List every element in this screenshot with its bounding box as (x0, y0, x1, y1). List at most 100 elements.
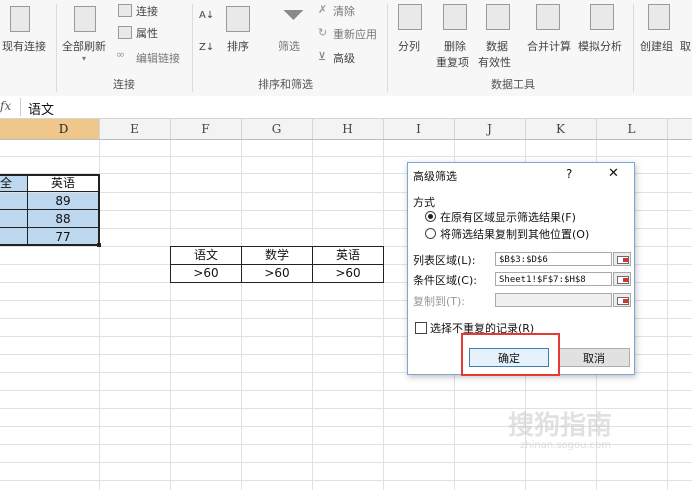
column-header-j[interactable]: J (454, 119, 526, 139)
grid-line (0, 156, 692, 157)
remove-duplicates-icon (443, 4, 467, 30)
criteria-border (170, 282, 383, 283)
criteria-border (383, 246, 384, 283)
option-copy-to-location[interactable]: 将筛选结果复制到其他位置(O) (440, 226, 589, 242)
data-validation-label-2: 有效性 (478, 56, 511, 69)
remove-duplicates-button[interactable]: 删除 (444, 38, 466, 54)
refresh-all-button[interactable]: 全部刷新 (62, 38, 106, 54)
reapply-button[interactable]: 重新应用 (333, 26, 377, 42)
what-if-analysis-icon (590, 4, 614, 30)
existing-connections-icon (10, 6, 30, 32)
chevron-down-icon: ▾ (82, 54, 87, 63)
cell-english-value[interactable]: 89 (28, 193, 98, 210)
properties-button[interactable]: 属性 (136, 25, 158, 41)
sort-descending-icon[interactable]: Z↓ (199, 42, 214, 53)
copy-to-input[interactable] (495, 293, 612, 307)
watermark: 搜狗指南 (508, 411, 613, 441)
group-button[interactable]: 创建组 (640, 38, 673, 54)
text-to-columns-button[interactable]: 分列 (398, 38, 420, 54)
text-to-columns-icon (398, 4, 422, 30)
link-icon: ∞ (116, 48, 126, 61)
column-header-k[interactable]: K (525, 119, 597, 139)
formula-separator (20, 98, 21, 116)
cell-partial-header[interactable]: 全 (0, 175, 12, 192)
group-label-sort-filter: 排序和筛选 (258, 78, 313, 91)
group-separator (192, 4, 193, 92)
column-header-h[interactable]: H (312, 119, 384, 139)
grid-line (0, 390, 692, 391)
group-label-connections: 连接 (113, 78, 135, 91)
radio-copy-to-location[interactable] (425, 228, 436, 239)
advanced-button[interactable]: 高级 (333, 50, 355, 66)
consolidate-icon (536, 4, 560, 30)
criteria-value-cell[interactable]: >60 (313, 265, 383, 282)
copy-to-label: 复制到(T): (413, 295, 466, 308)
filter-button[interactable]: 筛选 (278, 38, 300, 54)
cancel-button[interactable]: 取消 (558, 348, 630, 367)
properties-icon (118, 26, 132, 39)
what-if-analysis-button[interactable]: 模拟分析 (578, 38, 622, 54)
criteria-range-input[interactable]: Sheet1!$F$7:$H$8 (495, 272, 612, 286)
radio-filter-in-place[interactable] (425, 211, 436, 222)
grid-line (0, 462, 692, 463)
group-separator (633, 4, 634, 92)
column-header-d[interactable]: D (28, 119, 100, 139)
advanced-filter-icon: ⊻ (318, 50, 327, 63)
remove-duplicates-label-2: 重复项 (436, 56, 469, 69)
range-select-icon[interactable] (613, 293, 631, 307)
table-border (98, 174, 100, 246)
cell-english-header[interactable]: 英语 (28, 175, 98, 192)
connections-icon (118, 4, 132, 17)
existing-connections-button[interactable]: 现有连接 (2, 38, 46, 54)
group-icon (648, 4, 670, 30)
range-select-icon[interactable] (613, 252, 631, 266)
criteria-range-label: 条件区域(C): (413, 274, 477, 287)
help-button[interactable]: ? (566, 167, 572, 181)
column-header-i[interactable]: I (383, 119, 455, 139)
connections-button[interactable]: 连接 (136, 3, 158, 19)
column-header-partial[interactable] (0, 119, 29, 139)
list-range-input[interactable]: $B$3:$D$6 (495, 252, 612, 266)
sort-button[interactable]: 排序 (227, 38, 249, 54)
data-validation-button[interactable]: 数据 (486, 38, 508, 54)
edit-links-button[interactable]: 编辑链接 (136, 50, 180, 66)
column-header-e[interactable]: E (99, 119, 171, 139)
highlight-box (461, 333, 560, 376)
ribbon: 现有连接 全部刷新 ▾ 连接 属性 ∞ 编辑链接 连接 A↓ Z↓ 排序 ⏷ 筛… (0, 0, 692, 97)
clear-button[interactable]: 清除 (333, 3, 355, 19)
criteria-header-cell[interactable]: 语文 (171, 247, 241, 264)
formula-input[interactable]: 语文 (28, 99, 54, 118)
group-separator (56, 4, 57, 92)
clear-filter-icon: ✗ (318, 3, 328, 16)
watermark-url: zhinan.sogou.com (520, 440, 612, 451)
consolidate-button[interactable]: 合并计算 (527, 38, 571, 54)
fx-icon[interactable]: fx (0, 99, 11, 113)
group-separator (387, 4, 388, 92)
close-icon[interactable]: ✕ (608, 166, 619, 181)
funnel-icon: ⏷ (282, 0, 305, 31)
formula-bar (0, 96, 692, 119)
option-filter-in-place[interactable]: 在原有区域显示筛选结果(F) (440, 209, 576, 225)
group-label-data-tools: 数据工具 (491, 78, 535, 91)
sort-ascending-icon[interactable]: A↓ (199, 10, 214, 21)
column-header-l[interactable]: L (596, 119, 668, 139)
criteria-value-cell[interactable]: >60 (242, 265, 312, 282)
criteria-value-cell[interactable]: >60 (171, 265, 241, 282)
criteria-header-cell[interactable]: 数学 (242, 247, 312, 264)
data-validation-icon (486, 4, 510, 30)
ungroup-button-partial[interactable]: 取 (680, 38, 691, 54)
reapply-icon: ↻ (318, 26, 328, 39)
column-header-g[interactable]: G (241, 119, 313, 139)
mode-label: 方式 (413, 196, 435, 209)
dialog-title: 高级筛选 (413, 170, 457, 183)
refresh-all-icon (74, 6, 96, 32)
range-select-icon[interactable] (613, 272, 631, 286)
criteria-header-cell[interactable]: 英语 (313, 247, 383, 264)
unique-records-checkbox[interactable] (415, 322, 427, 334)
cell-english-value[interactable]: 77 (28, 229, 98, 246)
cell-english-value[interactable]: 88 (28, 211, 98, 228)
column-header-f[interactable]: F (170, 119, 242, 139)
sort-dialog-icon (226, 6, 250, 32)
list-range-label: 列表区域(L): (413, 254, 476, 267)
grid-line (0, 480, 692, 481)
